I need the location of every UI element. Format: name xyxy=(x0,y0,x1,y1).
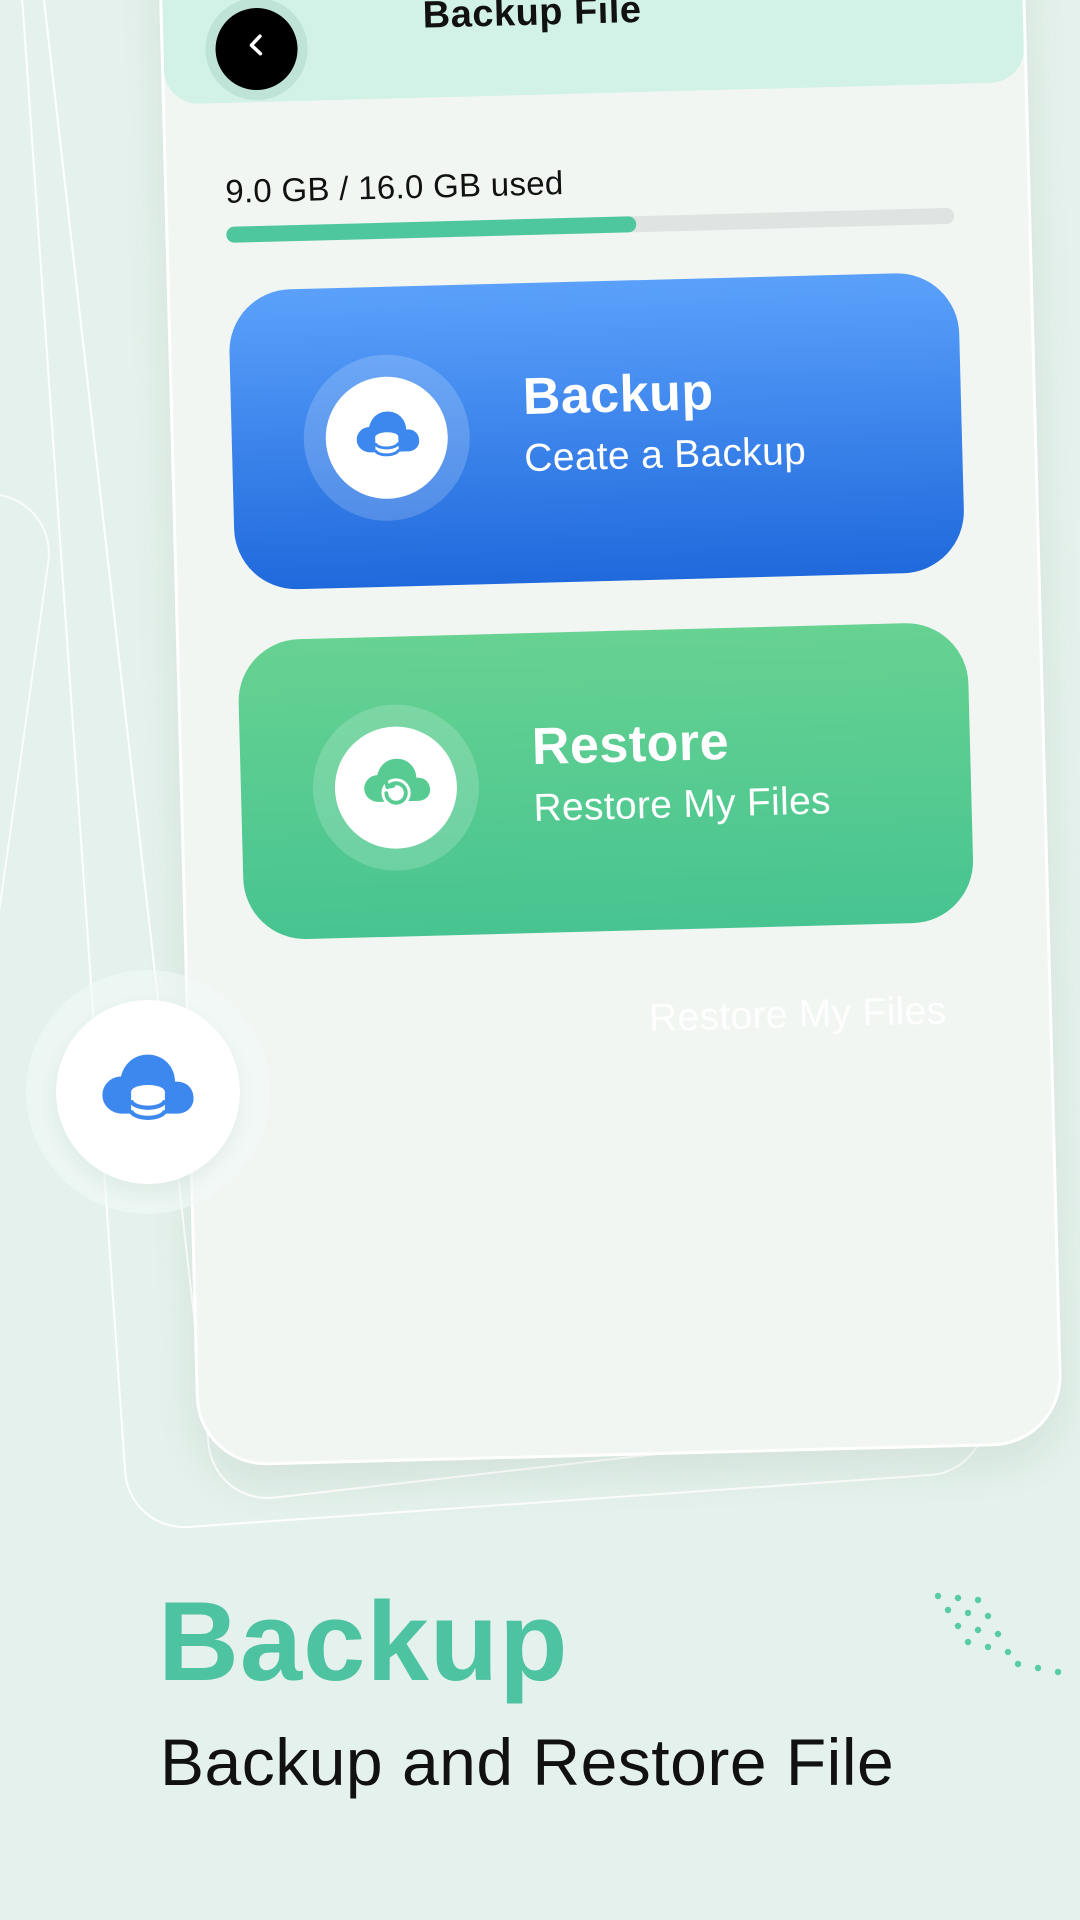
app-title: Backup File xyxy=(422,0,643,37)
storage-progress-bar xyxy=(226,207,955,243)
floating-cloud-badge-inner xyxy=(56,1000,240,1184)
storage-progress-fill xyxy=(226,216,636,243)
phone-mockup: Backup File 9.0 GB / 16.0 GB used Backup… xyxy=(156,0,1064,1468)
backup-card-button[interactable]: Backup Ceate a Backup xyxy=(227,271,966,591)
outline-phone-frame xyxy=(0,462,58,1002)
backup-icon-ring xyxy=(301,352,472,523)
restore-icon-container xyxy=(333,725,459,851)
restore-icon-ring xyxy=(310,702,482,873)
cloud-restore-icon xyxy=(356,745,436,830)
backup-card-subtitle: Ceate a Backup xyxy=(523,429,807,481)
chevron-left-icon xyxy=(241,29,272,69)
restore-card-button[interactable]: Restore Restore My Files xyxy=(237,621,975,941)
restore-card-title: Restore xyxy=(531,712,730,777)
ghost-restore-label: Restore My Files xyxy=(648,989,947,1041)
back-button[interactable] xyxy=(204,0,309,102)
app-header: Backup File xyxy=(159,0,1025,105)
promo-title: Backup xyxy=(158,1579,569,1704)
storage-usage-text: 9.0 GB / 16.0 GB used xyxy=(224,164,564,210)
promo-subtitle: Backup and Restore File xyxy=(160,1725,895,1799)
decorative-dots xyxy=(934,1592,1062,1676)
cloud-database-icon xyxy=(349,397,425,478)
backup-icon-container xyxy=(324,375,450,501)
restore-card-subtitle: Restore My Files xyxy=(532,779,832,831)
cloud-database-icon xyxy=(94,1036,202,1149)
floating-cloud-badge xyxy=(26,970,270,1214)
backup-card-title: Backup xyxy=(521,363,715,427)
